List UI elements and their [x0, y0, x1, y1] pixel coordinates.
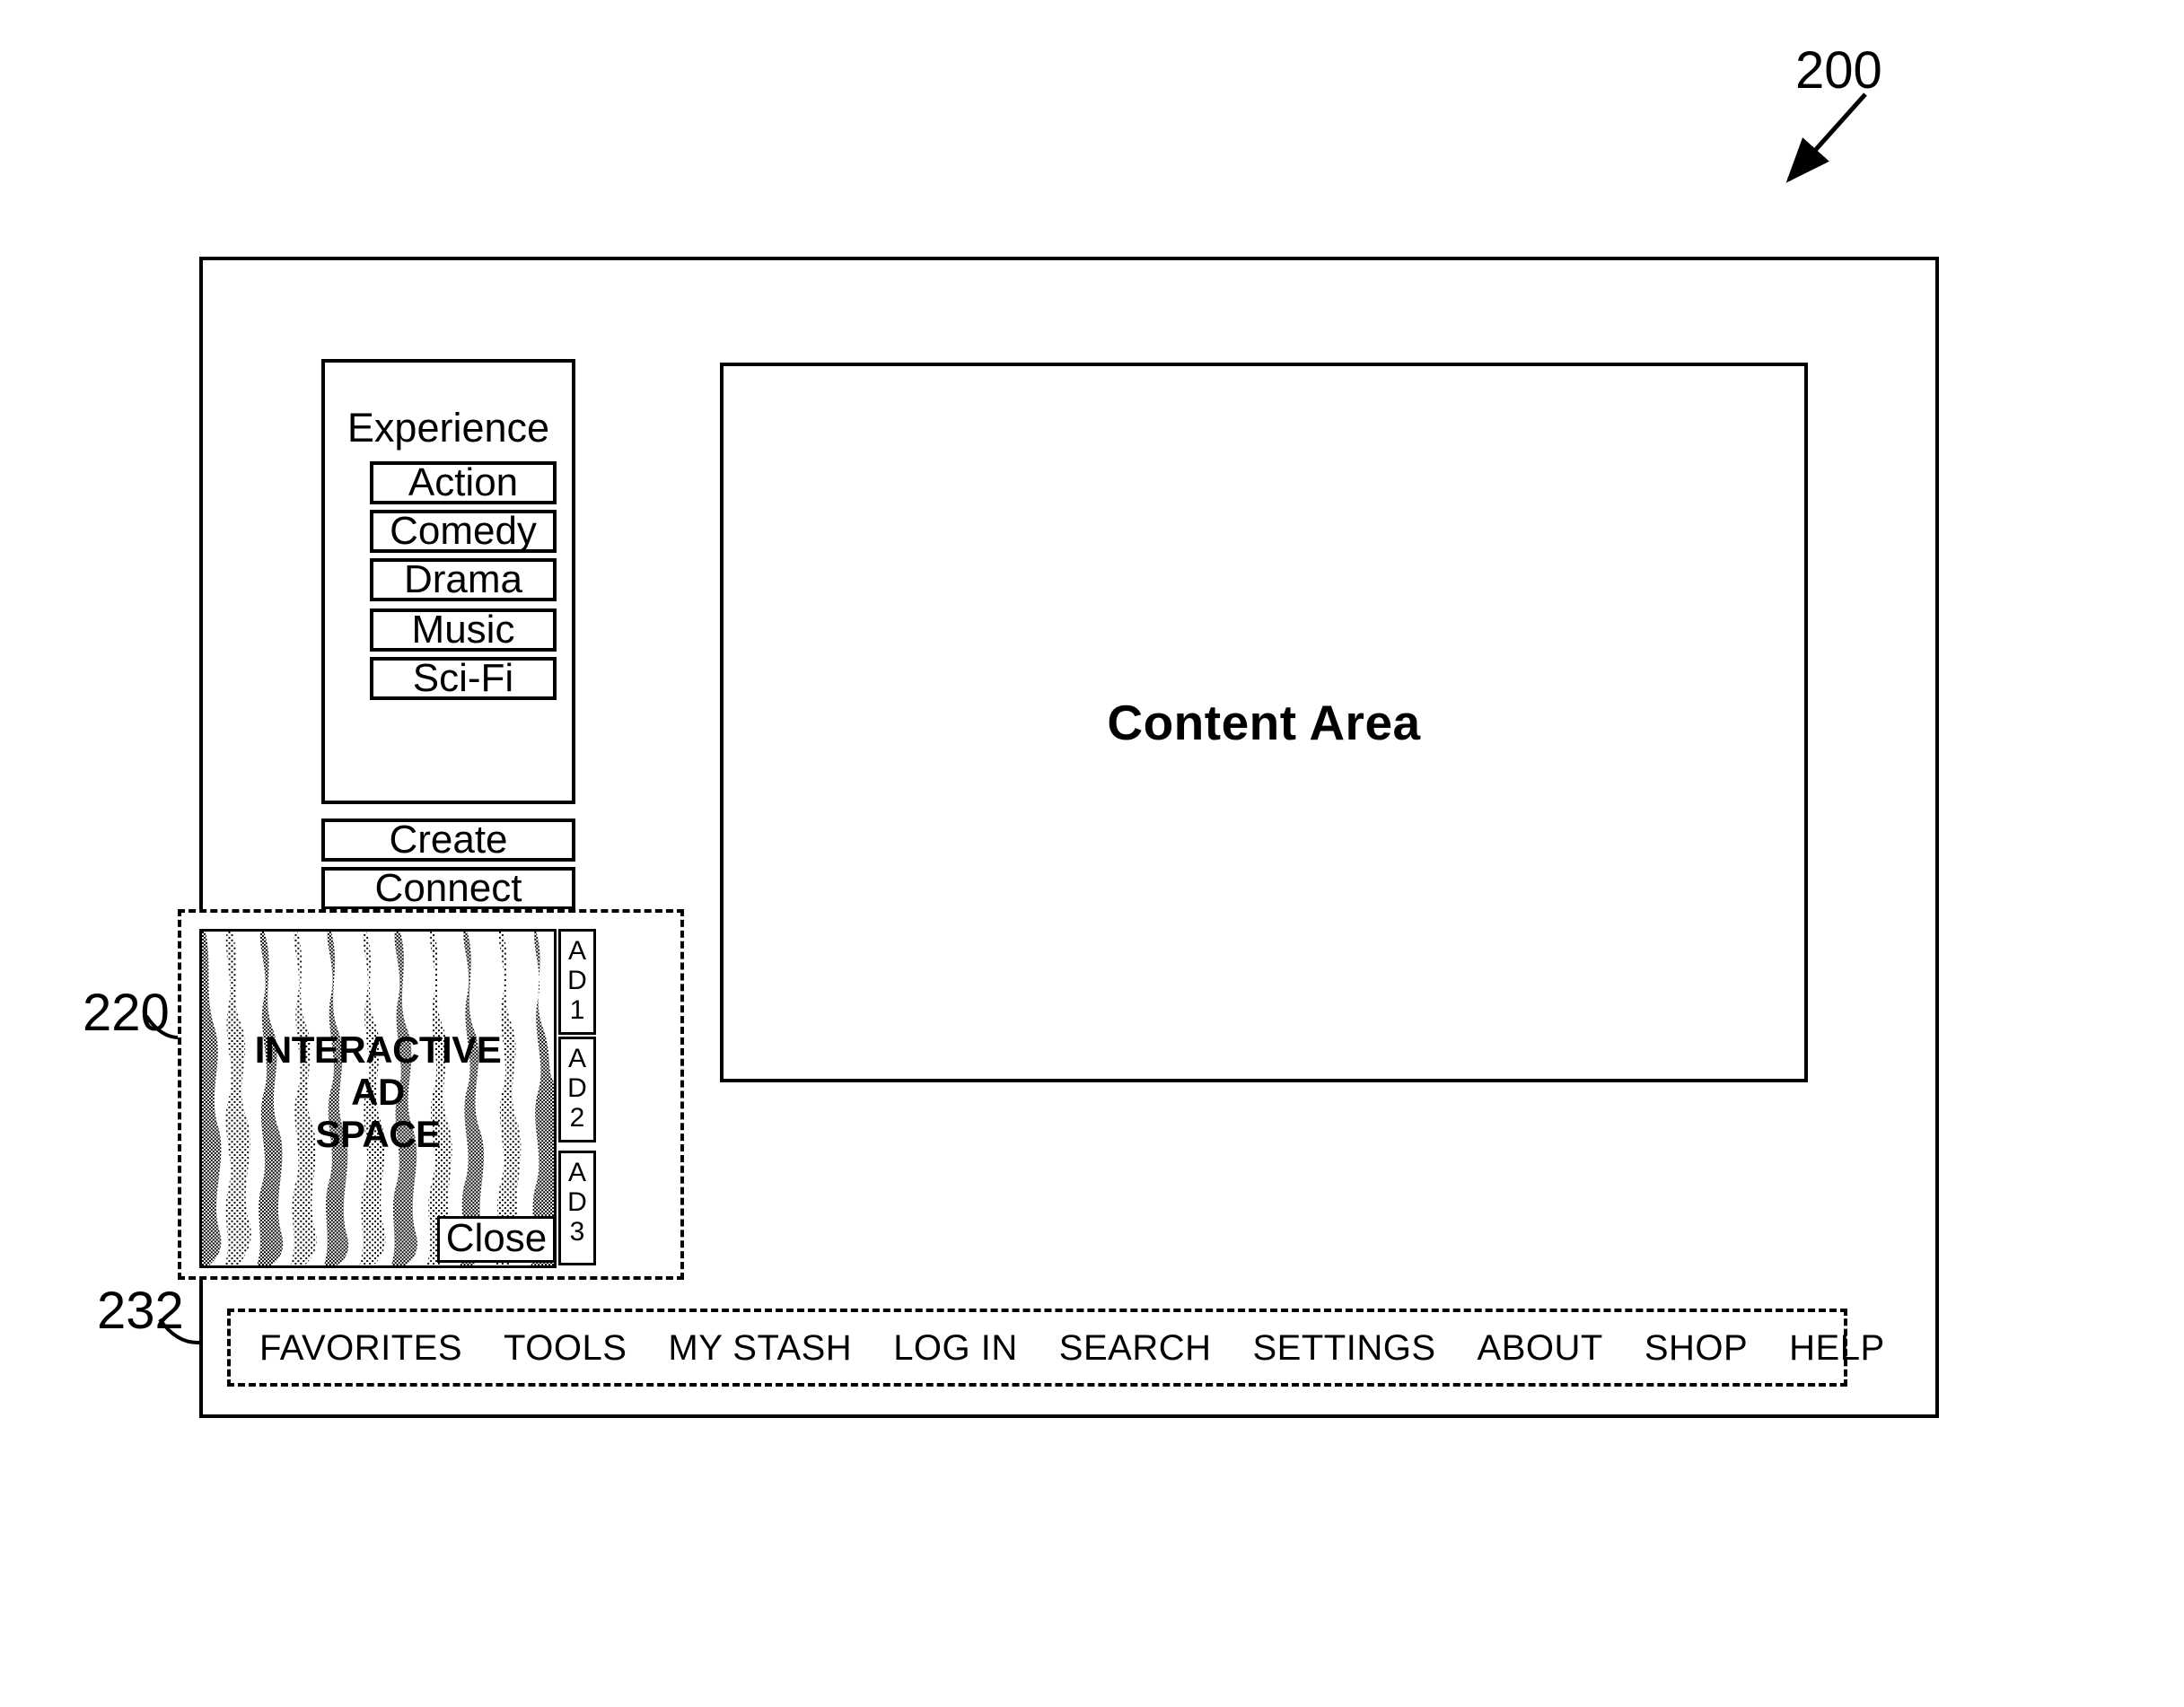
ad-headline-line-1: INTERACTIVE	[254, 1029, 502, 1071]
ad-tab-1[interactable]: A D 1	[558, 929, 596, 1035]
ad-tab-1-char-2: D	[567, 966, 587, 995]
nav-item-settings[interactable]: SETTINGS	[1252, 1330, 1435, 1366]
genre-button-music[interactable]: Music	[370, 608, 557, 652]
nav-item-log-in[interactable]: LOG IN	[893, 1330, 1018, 1366]
ref-numeral-device: 200	[1795, 41, 1882, 100]
ad-tab-2-char-1: A	[567, 1044, 586, 1073]
content-area-label: Content Area	[1107, 695, 1421, 750]
ad-tab-3-char-2: D	[567, 1187, 587, 1217]
bottom-navigation-bar: FAVORITES TOOLS MY STASH LOG IN SEARCH S…	[227, 1309, 1884, 1387]
genre-button-drama[interactable]: Drama	[370, 558, 557, 601]
nav-item-tools[interactable]: TOOLS	[504, 1330, 627, 1366]
nav-item-about[interactable]: ABOUT	[1478, 1330, 1603, 1366]
ref-numeral-bottom-nav: 232	[97, 1282, 184, 1340]
patent-figure: 200 202 204 210 212 214 216 218 206 208 …	[0, 0, 2184, 1707]
genre-button-comedy[interactable]: Comedy	[370, 510, 557, 553]
ad-tab-1-char-1: A	[567, 936, 586, 966]
experience-panel-title: Experience	[346, 405, 550, 451]
ad-tab-3[interactable]: A D 3	[558, 1151, 596, 1265]
ad-headline-line-3: SPACE	[315, 1113, 441, 1156]
ad-tab-2[interactable]: A D 2	[558, 1037, 596, 1142]
create-button[interactable]: Create	[321, 818, 575, 862]
ad-close-button[interactable]: Close	[437, 1216, 556, 1263]
nav-item-search[interactable]: SEARCH	[1059, 1330, 1212, 1366]
ad-tab-2-char-3: 2	[569, 1103, 585, 1133]
nav-item-help[interactable]: HELP	[1789, 1330, 1885, 1366]
ad-tab-3-char-3: 3	[569, 1217, 585, 1247]
content-area[interactable]: Content Area	[720, 363, 1808, 1082]
ad-tab-1-char-3: 1	[569, 995, 585, 1025]
connect-button[interactable]: Connect	[321, 867, 575, 910]
nav-item-favorites[interactable]: FAVORITES	[259, 1330, 462, 1366]
nav-item-shop[interactable]: SHOP	[1645, 1330, 1748, 1366]
genre-button-scifi[interactable]: Sci-Fi	[370, 657, 557, 700]
experience-panel: Experience Action Comedy Drama Music Sci…	[321, 359, 575, 804]
ad-tab-2-char-2: D	[567, 1073, 587, 1103]
ref-numeral-ad-region: 220	[83, 984, 170, 1042]
nav-item-my-stash[interactable]: MY STASH	[668, 1330, 852, 1366]
ad-headline-line-2: AD	[351, 1071, 405, 1114]
ad-tab-3-char-1: A	[567, 1158, 586, 1187]
genre-button-action[interactable]: Action	[370, 461, 557, 504]
ad-space-headline: INTERACTIVE AD SPACE	[202, 1029, 554, 1155]
